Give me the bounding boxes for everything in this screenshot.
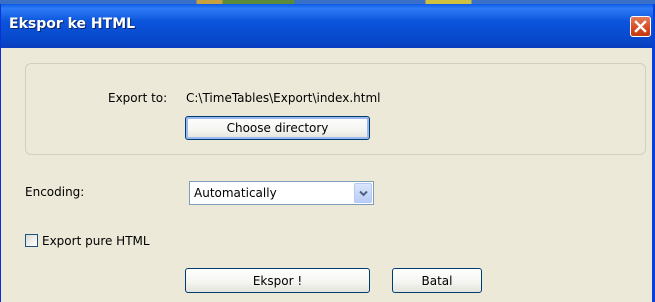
window-title: Ekspor ke HTML	[9, 16, 136, 32]
export-pure-html-checkbox[interactable]	[25, 234, 38, 247]
encoding-selected-value: Automatically	[194, 186, 277, 200]
export-to-label: Export to:	[108, 91, 168, 105]
titlebar[interactable]: Ekspor ke HTML	[1, 4, 653, 48]
export-dialog: Ekspor ke HTML Export to: C:\TimeTables\…	[0, 4, 655, 302]
encoding-label: Encoding:	[25, 185, 85, 199]
export-button[interactable]: Ekspor !	[185, 268, 370, 293]
encoding-select[interactable]: Automatically	[189, 181, 374, 205]
export-group-box	[25, 63, 646, 155]
close-button[interactable]	[630, 16, 651, 37]
export-pure-html-label: Export pure HTML	[42, 234, 150, 248]
export-path-value: C:\TimeTables\Export\index.html	[186, 91, 381, 105]
close-icon	[634, 20, 647, 33]
chevron-down-icon	[358, 190, 368, 196]
cancel-button[interactable]: Batal	[392, 268, 482, 293]
choose-directory-button[interactable]: Choose directory	[185, 116, 370, 140]
dropdown-button[interactable]	[354, 183, 372, 203]
